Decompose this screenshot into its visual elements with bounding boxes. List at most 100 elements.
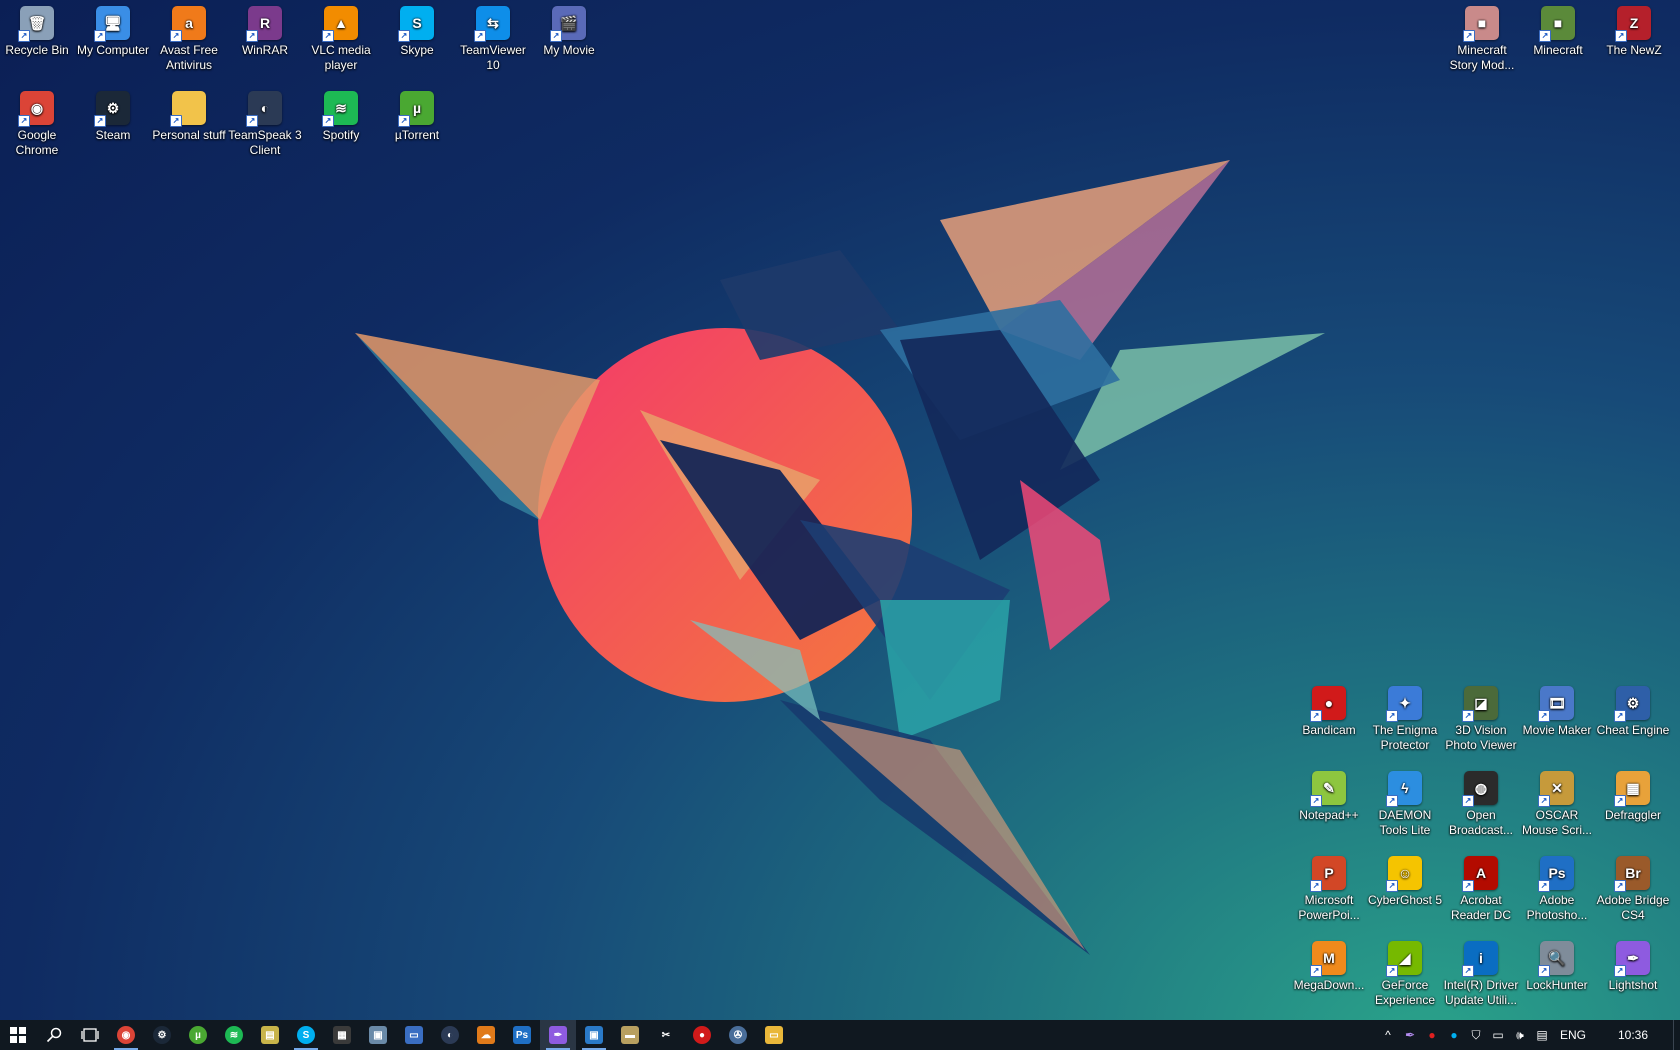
taskbar-app-spotify[interactable]: ≋: [216, 1020, 252, 1050]
desktop-icon-movie-maker[interactable]: 🎞 ↗ Movie Maker: [1519, 680, 1595, 760]
shortcut-arrow-icon: ↗: [1539, 30, 1551, 42]
desktop-icon-megadownloader[interactable]: M ↗ MegaDown...: [1291, 935, 1367, 1015]
taskbar-app-explorer[interactable]: ▭: [756, 1020, 792, 1050]
desktop-icon-oscar[interactable]: ✕ ↗ OSCAR Mouse Scri...: [1519, 765, 1595, 845]
taskbar-app-skype[interactable]: S: [288, 1020, 324, 1050]
chevron-up-icon: ^: [1385, 1028, 1391, 1042]
shortcut-arrow-icon: ↗: [1462, 795, 1474, 807]
taskbar-app-steam[interactable]: ⚙: [144, 1020, 180, 1050]
desktop-icon-winrar[interactable]: R ↗ WinRAR: [227, 0, 303, 80]
shortcut-arrow-icon: ↗: [1538, 710, 1550, 722]
tray-action-center[interactable]: ▤: [1531, 1020, 1553, 1050]
desktop-icon-adobe-bridge[interactable]: Br ↗ Adobe Bridge CS4: [1595, 850, 1671, 930]
desktop-icon-label: DAEMON Tools Lite: [1378, 808, 1432, 837]
photos-icon: ▣: [369, 1026, 387, 1044]
shortcut-arrow-icon: ↗: [1462, 710, 1474, 722]
shortcut-arrow-icon: ↗: [322, 30, 334, 42]
steam-icon: ⚙ ↗: [94, 91, 130, 127]
desktop-icon-cheat-engine[interactable]: ⚙ ↗ Cheat Engine: [1595, 680, 1671, 760]
desktop-icon-thenewz[interactable]: Z ↗ The NewZ: [1596, 0, 1672, 80]
tray-lightshot[interactable]: ✒: [1399, 1020, 1421, 1050]
desktop-icon-obs[interactable]: ◍ ↗ Open Broadcast...: [1443, 765, 1519, 845]
desktop-icon-lockhunter[interactable]: 🔍 ↗ LockHunter: [1519, 935, 1595, 1015]
desktop-icon-skype[interactable]: S ↗ Skype: [379, 0, 455, 80]
start-button[interactable]: [0, 1020, 36, 1050]
taskbar-app-snipping[interactable]: ✂: [648, 1020, 684, 1050]
taskbar-clock[interactable]: 10:36: [1593, 1028, 1673, 1042]
desktop-icon-powerpoint[interactable]: P ↗ Microsoft PowerPoi...: [1291, 850, 1367, 930]
desktop-icon-minecraft-story[interactable]: ■ ↗ Minecraft Story Mod...: [1444, 0, 1520, 80]
desktop-icon-avast[interactable]: a ↗ Avast Free Antivirus: [151, 0, 227, 80]
taskbar-app-game[interactable]: ✇: [720, 1020, 756, 1050]
app-icon: ▭: [405, 1026, 423, 1044]
desktop-icon-label: Adobe Bridge CS4: [1596, 893, 1670, 922]
taskbar-app-lightshot[interactable]: ✒: [540, 1020, 576, 1050]
taskbar-app-utorrent[interactable]: µ: [180, 1020, 216, 1050]
utorrent-icon: µ ↗: [398, 91, 434, 127]
desktop-icon-daemon-tools[interactable]: ϟ ↗ DAEMON Tools Lite: [1367, 765, 1443, 845]
show-hidden-icons-button[interactable]: ^: [1377, 1020, 1399, 1050]
shortcut-arrow-icon: ↗: [1538, 795, 1550, 807]
desktop-icon-teamspeak[interactable]: ◐ ↗ TeamSpeak 3 Client: [227, 85, 303, 165]
desktop-icon-computer[interactable]: 🖥 ↗ My Computer: [75, 0, 151, 80]
desktop-icon-intel[interactable]: i ↗ Intel(R) Driver Update Utili...: [1443, 935, 1519, 1015]
desktop-icon-geforce[interactable]: ◢ ↗ GeForce Experience: [1367, 935, 1443, 1015]
desktop-icon-cyberghost[interactable]: ☺ ↗ CyberGhost 5: [1367, 850, 1443, 930]
taskbar-app-calculator[interactable]: ▦: [324, 1020, 360, 1050]
input-language-indicator[interactable]: ENG: [1553, 1028, 1593, 1042]
shortcut-arrow-icon: ↗: [246, 30, 258, 42]
desktop-icon-teamviewer[interactable]: ⇆ ↗ TeamViewer 10: [455, 0, 531, 80]
lightshot-icon: ✒: [1404, 1028, 1416, 1042]
taskbar-app-teamspeak[interactable]: ◐: [432, 1020, 468, 1050]
taskbar-app-remote[interactable]: ▣: [576, 1020, 612, 1050]
daemon-tools-icon: ϟ ↗: [1386, 771, 1422, 807]
desktop-icon-spotify[interactable]: ≋ ↗ Spotify: [303, 85, 379, 165]
desktop-icon-vlc[interactable]: ▲ ↗ VLC media player: [303, 0, 379, 80]
taskbar-app-photoshop[interactable]: Ps: [504, 1020, 540, 1050]
desktop-icon-folder[interactable]: ↗ Personal stuff: [151, 85, 227, 165]
desktop-icon-recycle-bin[interactable]: 🗑 ↗ Recycle Bin: [0, 0, 75, 80]
taskbar-app-bandicam[interactable]: ●: [684, 1020, 720, 1050]
desktop-icon-notepadpp[interactable]: ✎ ↗ Notepad++: [1291, 765, 1367, 845]
taskbar-app-app-blue[interactable]: ▭: [396, 1020, 432, 1050]
taskbar-app-cloud[interactable]: ☁: [468, 1020, 504, 1050]
desktop-icon-chrome[interactable]: ◉ ↗ Google Chrome: [0, 85, 75, 165]
app-icon: ▬: [621, 1026, 639, 1044]
desktop-icon-minecraft[interactable]: ■ ↗ Minecraft: [1520, 0, 1596, 80]
desktop-icon-3d-vision[interactable]: ◪ ↗ 3D Vision Photo Viewer: [1443, 680, 1519, 760]
enigma-icon: ✦ ↗: [1386, 686, 1422, 722]
tray-bandicam[interactable]: ●: [1421, 1020, 1443, 1050]
desktop-icon-movie[interactable]: 🎬 ↗ My Movie: [531, 0, 607, 80]
desktop-icon-label: Google Chrome: [15, 128, 59, 157]
folders-icon: ▤: [261, 1026, 279, 1044]
desktop-icon-acrobat[interactable]: A ↗ Acrobat Reader DC: [1443, 850, 1519, 930]
desktop-icon-lightshot[interactable]: ✒ ↗ Lightshot: [1595, 935, 1671, 1015]
network-icon: ▭: [1492, 1028, 1504, 1042]
desktop-icon-label: Microsoft PowerPoi...: [1298, 893, 1360, 922]
search-button[interactable]: [36, 1020, 72, 1050]
desktop-icon-label: WinRAR: [241, 43, 288, 57]
taskbar-app-chrome[interactable]: ◉: [108, 1020, 144, 1050]
tray-network[interactable]: ▭: [1487, 1020, 1509, 1050]
shortcut-arrow-icon: ↗: [1463, 30, 1475, 42]
task-view-button[interactable]: [72, 1020, 108, 1050]
shortcut-arrow-icon: ↗: [1386, 880, 1398, 892]
desktop-icon-defraggler[interactable]: ▦ ↗ Defraggler: [1595, 765, 1671, 845]
bandicam-icon: ● ↗: [1310, 686, 1346, 722]
teamspeak-icon: ◐ ↗: [246, 91, 282, 127]
recycle-bin-icon: 🗑 ↗: [18, 6, 54, 42]
desktop-icon-photoshop[interactable]: Ps ↗ Adobe Photosho...: [1519, 850, 1595, 930]
desktop-icon-label: Acrobat Reader DC: [1450, 893, 1512, 922]
taskbar-app-app-misc[interactable]: ▬: [612, 1020, 648, 1050]
show-desktop-button[interactable]: [1673, 1020, 1680, 1050]
desktop-icon-enigma[interactable]: ✦ ↗ The Enigma Protector: [1367, 680, 1443, 760]
taskbar-app-photos[interactable]: ▣: [360, 1020, 396, 1050]
desktop-icon-utorrent[interactable]: µ ↗ µTorrent: [379, 85, 455, 165]
volume-icon: 🕪: [1516, 1027, 1524, 1042]
desktop-icon-bandicam[interactable]: ● ↗ Bandicam: [1291, 680, 1367, 760]
taskbar-app-folders[interactable]: ▤: [252, 1020, 288, 1050]
tray-skype[interactable]: ●: [1443, 1020, 1465, 1050]
desktop-icon-steam[interactable]: ⚙ ↗ Steam: [75, 85, 151, 165]
tray-defender[interactable]: ⛉: [1465, 1020, 1487, 1050]
tray-volume[interactable]: 🕪: [1509, 1020, 1531, 1050]
